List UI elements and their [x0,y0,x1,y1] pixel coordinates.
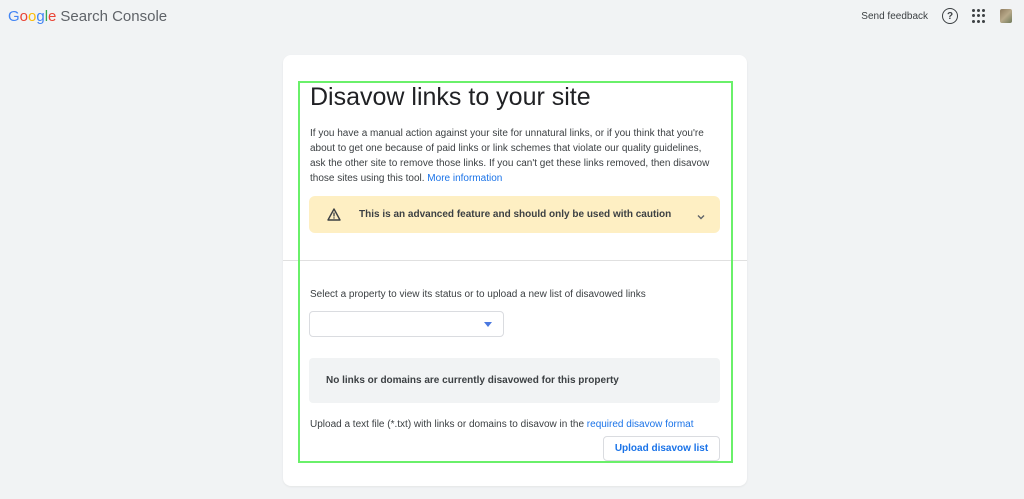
disavow-status-box: No links or domains are currently disavo… [309,358,720,403]
product-name: Search Console [60,8,168,25]
section-divider [283,260,747,261]
warning-triangle-icon [327,208,341,221]
dropdown-caret-icon [484,322,492,327]
status-message: No links or domains are currently disavo… [326,375,619,386]
upload-disavow-list-button[interactable]: Upload disavow list [603,436,720,461]
intro-text: If you have a manual action against your… [310,128,710,184]
apps-grid-icon[interactable] [972,9,986,23]
upload-instructions: Upload a text file (*.txt) with links or… [310,419,694,430]
caution-text: This is an advanced feature and should o… [359,209,672,220]
send-feedback-link[interactable]: Send feedback [861,11,928,22]
property-select-label: Select a property to view its status or … [310,289,646,300]
header-actions: Send feedback ? [861,8,1012,24]
disavow-format-link[interactable]: required disavow format [587,419,694,430]
caution-banner[interactable]: This is an advanced feature and should o… [309,196,720,233]
avatar[interactable] [1000,9,1012,23]
help-icon[interactable]: ? [942,8,958,24]
chevron-down-icon[interactable] [696,209,706,220]
upload-instructions-text: Upload a text file (*.txt) with links or… [310,419,585,430]
google-wordmark: Google [8,8,57,25]
property-select[interactable] [309,311,504,337]
google-search-console-logo[interactable]: Google Search Console [8,8,167,25]
intro-paragraph: If you have a manual action against your… [310,126,710,186]
more-information-link[interactable]: More information [427,173,502,184]
page-title: Disavow links to your site [310,83,591,111]
top-bar: Google Search Console Send feedback ? [0,0,1024,36]
